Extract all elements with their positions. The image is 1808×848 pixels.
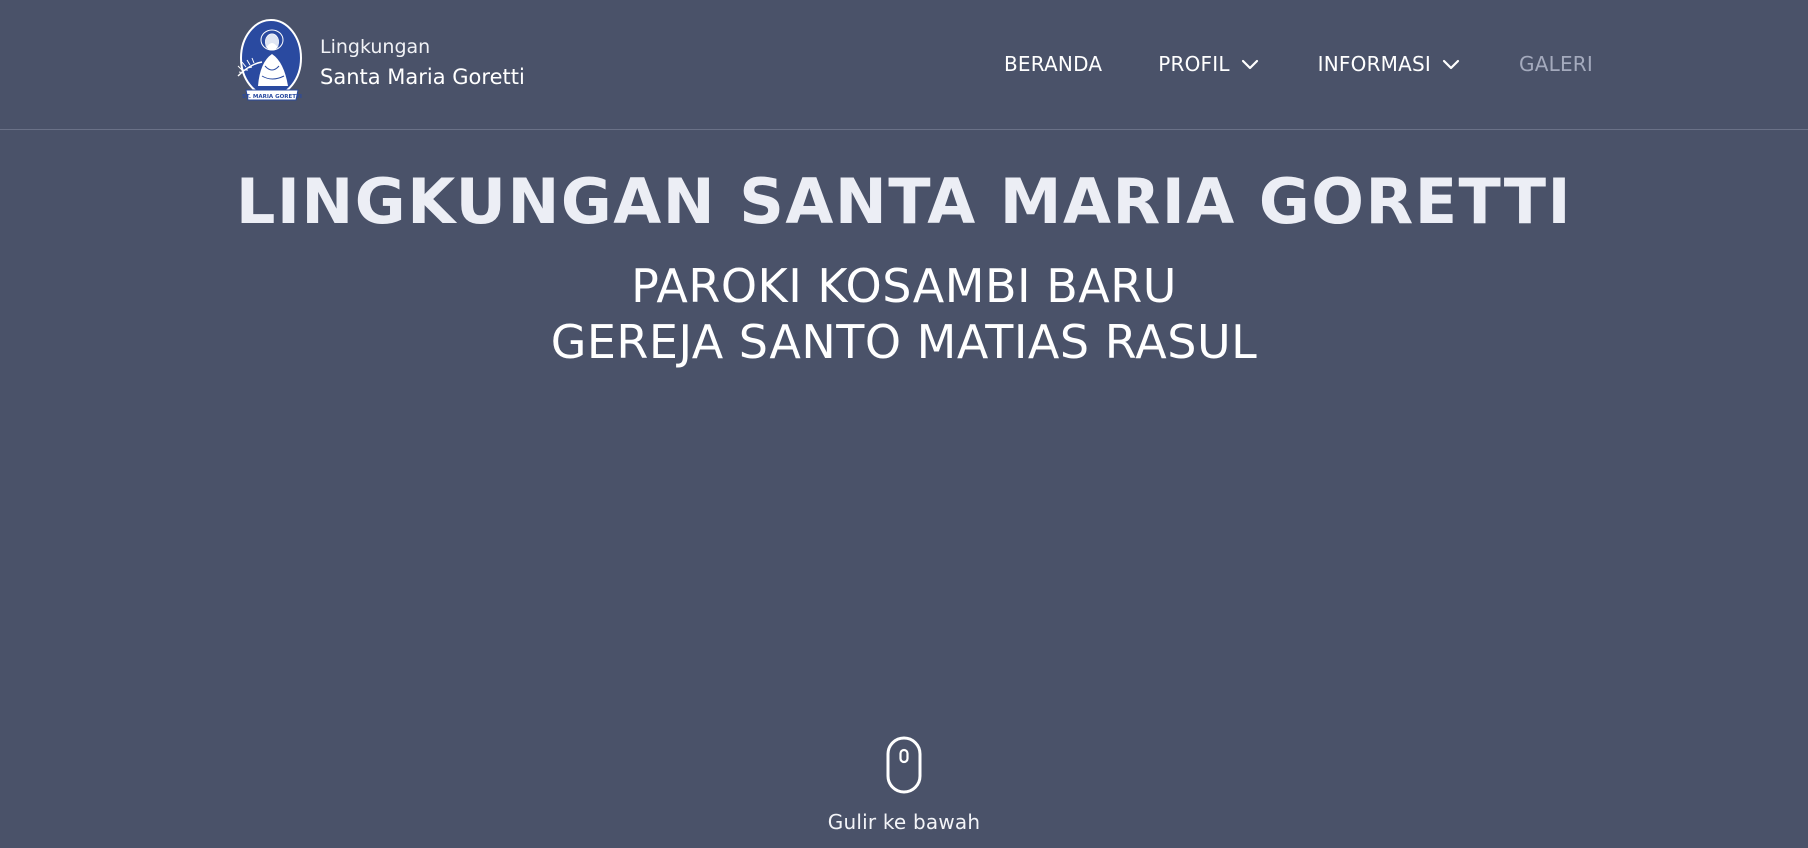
mouse-icon [886,736,922,794]
svg-text:ST. MARIA GORETTI: ST. MARIA GORETTI [242,94,302,100]
hero-subtitle: PAROKI KOSAMBI BARU GEREJA SANTO MATIAS … [0,258,1808,370]
scroll-down-indicator[interactable]: Gulir ke bawah [0,736,1808,834]
nav-item-label: PROFIL [1158,52,1230,76]
hero-title: LINGKUNGAN SANTA MARIA GORETTI [235,165,1573,238]
navbar: ST. MARIA GORETTI Lingkungan Santa Maria… [0,0,1808,130]
nav-item-informasi[interactable]: INFORMASI [1318,48,1461,80]
chevron-down-icon [1442,59,1460,70]
nav-item-profil[interactable]: PROFIL [1158,48,1259,80]
brand-subtitle: Lingkungan [320,36,431,58]
main-nav: BERANDA PROFIL INFORMASI GALERI [1004,48,1593,80]
scroll-label: Gulir ke bawah [827,810,981,834]
brand-link[interactable]: ST. MARIA GORETTI Lingkungan Santa Maria… [232,18,525,108]
hero-subtitle-line1: PAROKI KOSAMBI BARU [631,259,1177,313]
brand-title: Santa Maria Goretti [320,65,525,89]
nav-item-label: INFORMASI [1317,52,1432,76]
brand-text: Lingkungan Santa Maria Goretti [320,34,525,92]
page: ST. MARIA GORETTI Lingkungan Santa Maria… [0,0,1808,848]
nav-item-beranda[interactable]: BERANDA [1004,48,1102,80]
chevron-down-icon [1241,59,1258,70]
nav-item-label: GALERI [1519,52,1593,76]
nav-item-label: BERANDA [1004,52,1103,76]
hero-subtitle-line2: GEREJA SANTO MATIAS RASUL [550,315,1258,369]
saint-maria-goretti-logo: ST. MARIA GORETTI [237,19,302,101]
nav-item-galeri[interactable]: GALERI [1519,48,1593,80]
